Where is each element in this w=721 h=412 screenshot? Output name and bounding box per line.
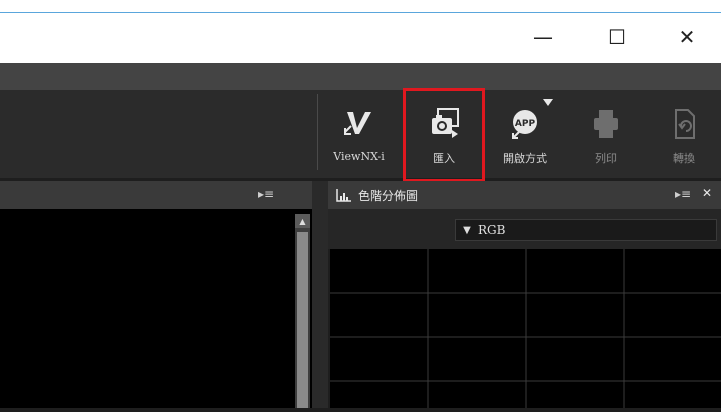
channel-select-value: RGB [478, 223, 506, 237]
scrollbar-thumb[interactable] [297, 232, 308, 408]
panel-menu-icon[interactable]: ▸≡ [258, 187, 274, 201]
open-with-app-icon: APP [512, 110, 537, 139]
print-button[interactable]: 列印 [571, 98, 641, 170]
window-title-bar: — ☐ ✕ [0, 0, 721, 63]
left-panel-content [0, 209, 312, 408]
panel-menu-icon[interactable]: ▸≡ [675, 187, 691, 201]
import-highlight-box [403, 88, 485, 182]
open-with-label: 開啟方式 [503, 152, 547, 165]
histogram-icon [336, 189, 351, 202]
viewnx-label: ViewNX-i [333, 150, 385, 163]
histogram-panel-title: 色階分佈圖 [358, 189, 419, 203]
histogram-grid [330, 249, 721, 408]
print-label: 列印 [595, 152, 617, 165]
maximize-button[interactable]: ☐ [594, 14, 640, 60]
convert-icon [675, 109, 695, 139]
chevron-down-icon: ▼ [463, 224, 471, 236]
open-with-button[interactable]: APP 開啟方式 [490, 98, 560, 170]
viewnx-button[interactable]: ViewNX-i [324, 98, 394, 170]
title-bar-accent-line [0, 12, 721, 13]
close-button[interactable]: ✕ [664, 14, 710, 60]
minimize-button[interactable]: — [520, 14, 566, 60]
toolbar-separator [317, 94, 318, 170]
scroll-up-arrow-icon[interactable]: ▲ [295, 214, 310, 228]
chevron-down-icon[interactable] [542, 98, 554, 108]
histogram-plot [330, 249, 721, 408]
left-panel-header: ▸≡ [0, 181, 312, 209]
viewnx-icon [344, 112, 371, 135]
histogram-panel-header: 色階分佈圖 ▸≡ ✕ [328, 181, 721, 209]
convert-label: 轉換 [673, 152, 695, 165]
main-toolbar: ViewNX-i 匯入 APP 開啟方式 列印 轉換 [0, 90, 721, 178]
svg-text:APP: APP [515, 119, 536, 129]
print-icon [594, 110, 618, 138]
minimize-icon: — [533, 25, 553, 49]
panel-splitter[interactable] [312, 181, 328, 408]
close-icon: ✕ [678, 25, 696, 49]
channel-select[interactable]: ▼ RGB [455, 219, 717, 241]
panel-close-icon[interactable]: ✕ [702, 186, 712, 200]
menu-bar [0, 63, 721, 90]
convert-button[interactable]: 轉換 [649, 98, 719, 170]
maximize-icon: ☐ [608, 25, 626, 49]
